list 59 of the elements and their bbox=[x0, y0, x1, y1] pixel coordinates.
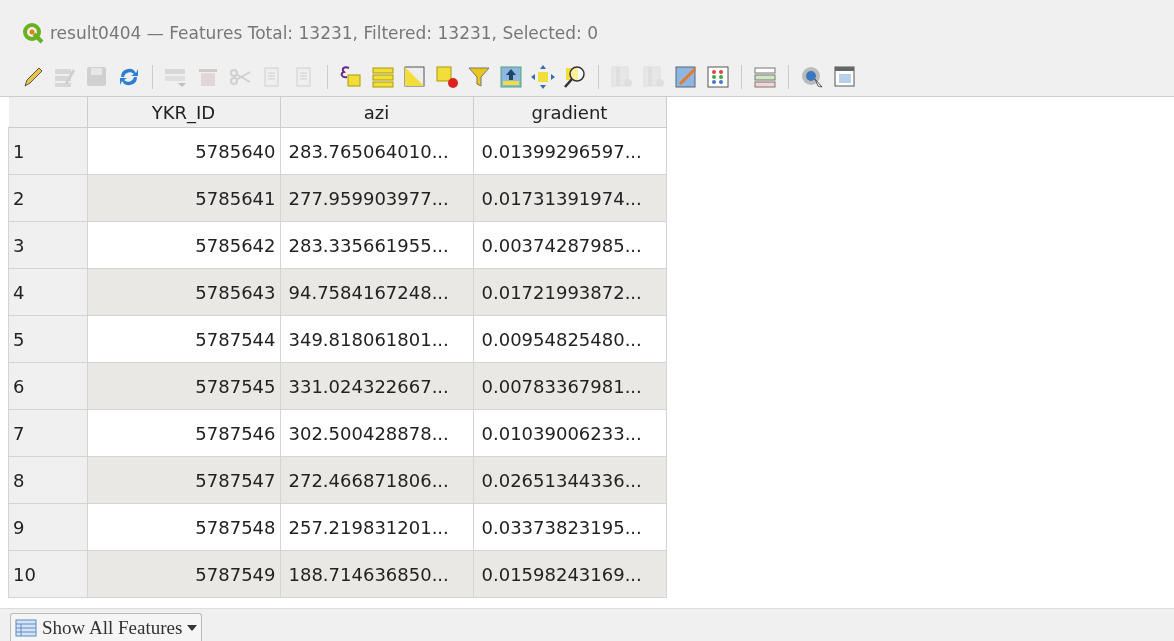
row-number[interactable]: 5 bbox=[8, 315, 87, 363]
pan-icon[interactable] bbox=[530, 64, 556, 90]
table-cell: 5787546 bbox=[87, 409, 280, 457]
table-cell: 0.03373823195... bbox=[473, 503, 666, 551]
table-cell: 188.714636850... bbox=[280, 550, 473, 598]
move-top-icon[interactable] bbox=[498, 64, 524, 90]
table-cell: 94.7584167248... bbox=[280, 268, 473, 316]
table-cell: 0.02651344336... bbox=[473, 456, 666, 504]
table-cell: 0.00954825480... bbox=[473, 315, 666, 363]
abacus-icon[interactable] bbox=[705, 64, 731, 90]
table-cell: 5787549 bbox=[87, 550, 280, 598]
table-cell: 5787544 bbox=[87, 315, 280, 363]
table-cell: 0.01399296597... bbox=[473, 127, 666, 175]
table-cell: 0.00374287985... bbox=[473, 221, 666, 269]
expression-select-icon[interactable] bbox=[338, 64, 364, 90]
table-cell: 283.765064010... bbox=[280, 127, 473, 175]
table-cell: 5785641 bbox=[87, 174, 280, 222]
table-cell: 0.01731391974... bbox=[473, 174, 666, 222]
column-header[interactable]: YKR_ID bbox=[87, 97, 280, 128]
table-cell: 5787545 bbox=[87, 362, 280, 410]
row-number[interactable]: 9 bbox=[8, 503, 87, 551]
select-all-icon[interactable] bbox=[370, 64, 396, 90]
table-cell: 5787547 bbox=[87, 456, 280, 504]
show-features-dropdown[interactable]: Show All Features bbox=[10, 613, 203, 641]
row-number[interactable]: 6 bbox=[8, 362, 87, 410]
app-logo-icon bbox=[22, 22, 44, 44]
table-cell: 5785643 bbox=[87, 268, 280, 316]
table-cell: 283.335661955... bbox=[280, 221, 473, 269]
table-cell: 0.01721993872... bbox=[473, 268, 666, 316]
table-cell: 0.01039006233... bbox=[473, 409, 666, 457]
zoom-icon[interactable] bbox=[562, 64, 588, 90]
table-cell: 349.818061801... bbox=[280, 315, 473, 363]
filter-icon[interactable] bbox=[466, 64, 492, 90]
window-title: result0404 — Features Total: 13231, Filtered: 13231, Selected: 0 bbox=[50, 23, 599, 43]
table-cell: 277.959903977... bbox=[280, 174, 473, 222]
table-cell: 257.219831201... bbox=[280, 503, 473, 551]
table-cell: 5787548 bbox=[87, 503, 280, 551]
row-number[interactable]: 2 bbox=[8, 174, 87, 222]
row-number[interactable]: 4 bbox=[8, 268, 87, 316]
table-icon bbox=[15, 618, 37, 637]
row-number[interactable]: 7 bbox=[8, 409, 87, 457]
table-cell: 5785642 bbox=[87, 221, 280, 269]
table-cell: 5785640 bbox=[87, 127, 280, 175]
table-cell: 302.500428878... bbox=[280, 409, 473, 457]
row-number[interactable]: 3 bbox=[8, 221, 87, 269]
caret-icon bbox=[187, 624, 198, 631]
table-cell: 0.00783367981... bbox=[473, 362, 666, 410]
row-number[interactable]: 10 bbox=[8, 550, 87, 598]
table-cell: 272.466871806... bbox=[280, 456, 473, 504]
deselect-icon[interactable] bbox=[434, 64, 460, 90]
invert-selection-icon[interactable] bbox=[402, 64, 428, 90]
table-cell: 0.01598243169... bbox=[473, 550, 666, 598]
table-cell: 331.024322667... bbox=[280, 362, 473, 410]
row-number[interactable]: 1 bbox=[8, 127, 87, 175]
actions-icon[interactable] bbox=[799, 64, 825, 90]
row-number[interactable]: 8 bbox=[8, 456, 87, 504]
column-header[interactable]: gradient bbox=[473, 97, 666, 128]
dock-icon[interactable] bbox=[831, 64, 857, 90]
column-header[interactable]: azi bbox=[280, 97, 473, 128]
